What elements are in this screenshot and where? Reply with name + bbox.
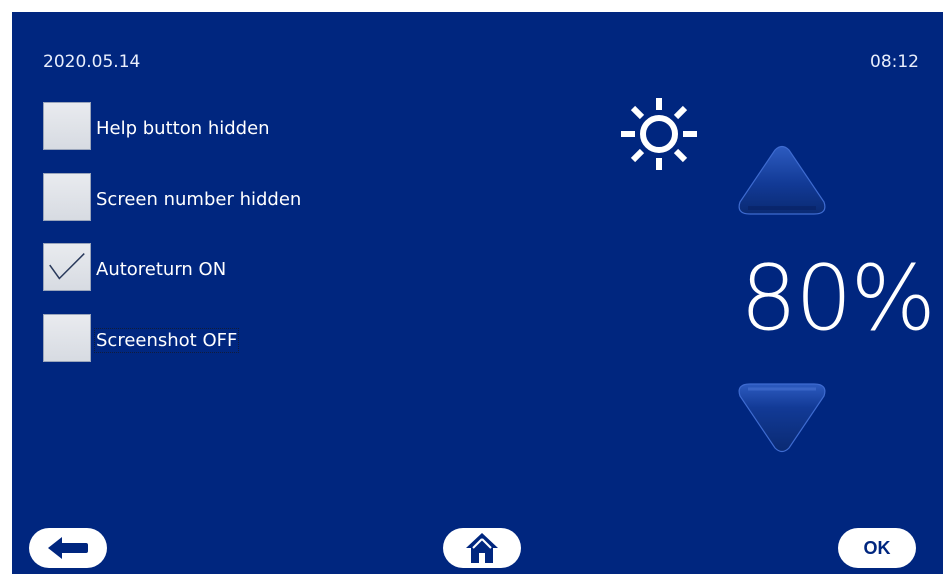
date-display: 2020.05.14 (43, 52, 141, 72)
arrow-left-icon (48, 537, 88, 559)
screenshot-off-checkbox[interactable] (43, 314, 91, 362)
autoreturn-on-checkbox[interactable] (43, 243, 91, 291)
brightness-down-button[interactable] (736, 380, 828, 454)
autoreturn-on-label[interactable]: Autoreturn ON (96, 259, 226, 280)
screenshot-off-label[interactable]: Screenshot OFF (93, 328, 240, 353)
help-button-hidden-checkbox[interactable] (43, 102, 91, 150)
ok-button[interactable]: OK (838, 528, 916, 568)
back-button[interactable] (29, 528, 107, 568)
checkmark-icon (49, 253, 85, 280)
screen-number-hidden-label[interactable]: Screen number hidden (96, 189, 301, 210)
time-display: 08:12 (870, 52, 919, 72)
help-button-hidden-label[interactable]: Help button hidden (96, 118, 270, 139)
sun-icon (621, 98, 697, 170)
brightness-value: 80% (739, 246, 936, 351)
brightness-settings-screen: 2020.05.14 08:12 Help button hidden Scre… (12, 12, 943, 574)
home-button[interactable] (443, 528, 521, 568)
ok-label: OK (863, 537, 891, 558)
home-icon (466, 533, 498, 563)
brightness-up-button[interactable] (736, 144, 828, 218)
screen-number-hidden-checkbox[interactable] (43, 173, 91, 221)
